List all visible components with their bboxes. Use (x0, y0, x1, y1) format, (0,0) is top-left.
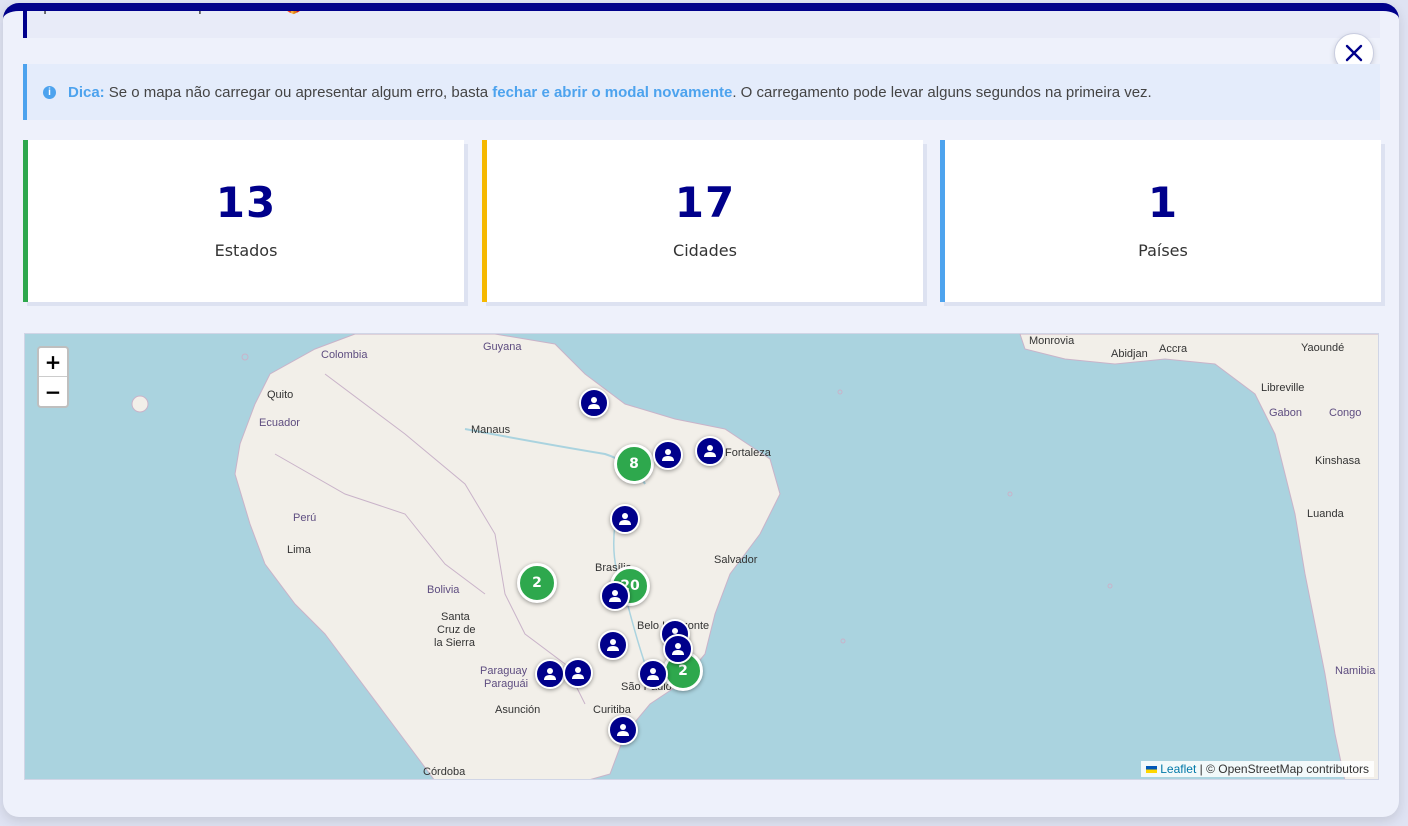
place-label: Kinshasa (1315, 455, 1361, 467)
stat-label: Cidades (673, 241, 737, 260)
place-label: Santa (441, 611, 470, 623)
stat-value: 13 (215, 178, 277, 227)
place-label: Manaus (471, 424, 511, 436)
map-attribution: Leaflet | © OpenStreetMap contributors (1141, 761, 1374, 777)
leaflet-link[interactable]: Leaflet (1160, 762, 1196, 776)
map-container[interactable]: + − Guyana Colombia Quito Ecuador Manaus… (24, 333, 1379, 780)
place-label: Bolivia (427, 584, 460, 596)
user-marker[interactable] (608, 715, 638, 745)
user-icon (647, 668, 659, 680)
user-marker[interactable] (638, 659, 668, 689)
place-label: Luanda (1307, 508, 1344, 520)
place-label: Lima (287, 544, 311, 556)
place-label: Quito (267, 389, 294, 401)
close-icon (1345, 44, 1363, 62)
user-icon (609, 590, 621, 602)
stat-label: Estados (214, 241, 278, 260)
user-icon (672, 643, 684, 655)
osm-attribution: | © OpenStreetMap contributors (1196, 762, 1369, 776)
place-label: Congo (1329, 407, 1362, 419)
user-icon (619, 513, 631, 525)
stat-card-cities: 17 Cidades (482, 140, 923, 302)
place-label: Perú (293, 512, 317, 524)
user-icon (617, 724, 629, 736)
user-marker[interactable] (563, 658, 593, 688)
user-marker[interactable] (653, 440, 683, 470)
tip-emphasis: fechar e abrir o modal novamente (492, 83, 733, 101)
user-icon (544, 668, 556, 680)
map-modal: privacidade é nossa prioridade. 🎁 i Dica… (3, 3, 1399, 817)
map-cluster[interactable]: 2 (517, 563, 557, 603)
user-marker[interactable] (535, 659, 565, 689)
privacy-notice: privacidade é nossa prioridade. 🎁 (23, 3, 1380, 38)
user-marker[interactable] (663, 634, 693, 664)
map-cluster[interactable]: 8 (614, 444, 654, 484)
place-label: Guyana (483, 341, 522, 353)
tip-text-after: . O carregamento pode levar alguns segun… (732, 83, 1152, 101)
place-label: Cruz de (437, 624, 476, 636)
place-label: Fortaleza (725, 447, 771, 459)
place-label: Córdoba (423, 766, 466, 778)
user-icon (662, 449, 674, 461)
place-label: Ecuador (259, 417, 300, 429)
place-label: Monrovia (1029, 335, 1075, 347)
place-label: Yaoundé (1301, 342, 1345, 354)
tip-label: Dica: (68, 83, 105, 101)
zoom-in-button[interactable]: + (39, 348, 67, 377)
place-label: Colombia (321, 349, 368, 361)
place-label: Accra (1159, 343, 1188, 355)
place-label: Namibia (1335, 665, 1376, 677)
user-icon (588, 397, 600, 409)
privacy-notice-text: privacidade é nossa prioridade. 🎁 (43, 3, 303, 15)
info-icon: i (43, 85, 56, 99)
zoom-out-button[interactable]: − (39, 377, 67, 406)
user-marker[interactable] (610, 504, 640, 534)
place-label: Abidjan (1111, 348, 1148, 360)
place-label: Gabon (1269, 407, 1303, 419)
tip-alert: i Dica: Se o mapa não carregar ou aprese… (23, 64, 1380, 120)
stat-card-states: 13 Estados (23, 140, 464, 302)
place-label: Paraguay (480, 665, 528, 677)
place-label: Libreville (1261, 382, 1305, 394)
stat-value: 1 (1147, 178, 1179, 227)
user-icon (704, 445, 716, 457)
tip-text-before: Se o mapa não carregar ou apresentar alg… (108, 83, 489, 101)
place-label: Salvador (714, 554, 758, 566)
user-icon (607, 639, 619, 651)
place-label: Paraguái (484, 678, 529, 690)
stat-label: Países (1138, 241, 1188, 260)
stat-card-countries: 1 Países (940, 140, 1381, 302)
user-marker[interactable] (695, 436, 725, 466)
place-label: Asunción (495, 704, 541, 716)
ukraine-flag-icon (1146, 766, 1158, 774)
user-marker[interactable] (579, 388, 609, 418)
stat-value: 17 (674, 178, 736, 227)
user-icon (572, 667, 584, 679)
zoom-control: + − (37, 346, 69, 408)
place-label: la Sierra (434, 637, 475, 649)
map-tiles[interactable] (25, 334, 1379, 780)
user-marker[interactable] (600, 581, 630, 611)
user-marker[interactable] (598, 630, 628, 660)
